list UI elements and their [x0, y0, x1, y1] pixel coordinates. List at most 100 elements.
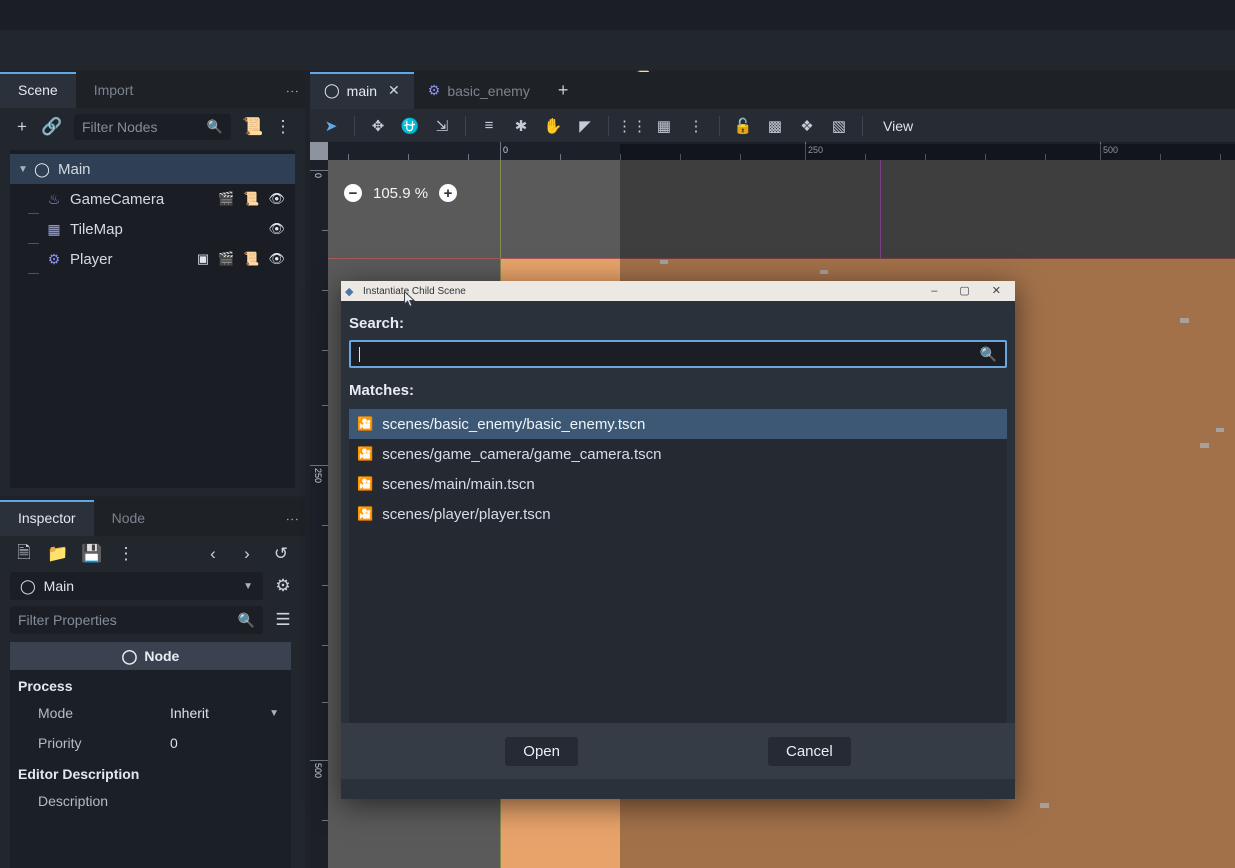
snap-options-menu-button[interactable]: ⋮ [681, 112, 711, 139]
dialog-body: Search: 🔍 Matches: 🎦 scenes/basic_enemy/… [341, 301, 1015, 779]
history-prev-icon[interactable]: ‹ [201, 542, 225, 566]
inspector-dock-menu-button[interactable]: ⋮ [279, 500, 306, 536]
close-icon[interactable]: ✕ [388, 82, 400, 99]
tree-item-gamecamera[interactable]: ♨ GameCamera 🎬 📜 👁 [10, 184, 295, 214]
script-icon[interactable]: 📜 [243, 251, 259, 267]
canvas-x-axis [328, 258, 1235, 259]
chevron-down-icon[interactable]: ▼ [18, 164, 32, 175]
search-icon: 🔍 [979, 345, 997, 362]
save-resource-icon[interactable]: 💾 [80, 542, 104, 566]
group-nodes-icon: ▩ [767, 117, 783, 135]
list-item[interactable]: 🎦 scenes/basic_enemy/basic_enemy.tscn [349, 409, 1007, 439]
toolbar-separator [354, 115, 355, 136]
tab-scene[interactable]: Scene [0, 72, 76, 108]
close-button[interactable]: ✕ [992, 285, 1001, 297]
property-group-editor-description[interactable]: Editor Description [10, 758, 291, 786]
dialog-search-input[interactable]: 🔍 [349, 340, 1007, 368]
chevron-down-icon: ▼ [243, 580, 253, 592]
property-group-process[interactable]: Process [10, 670, 291, 698]
cancel-button[interactable]: Cancel [768, 736, 851, 766]
zoom-in-button[interactable]: + [439, 184, 458, 202]
scene-dock: Scene Import ⋮ + 🔗 Filter Nodes 🔍 📜 ⋮ ▼ … [0, 72, 305, 496]
matches-label: Matches: [349, 382, 415, 399]
scene-tree: ▼ ◯ Main ♨ GameCamera 🎬 📜 👁 ▦ TileMap 👁 … [10, 150, 295, 488]
group-icon[interactable]: ▣ [197, 251, 209, 267]
text-caret [359, 346, 360, 362]
animation-icon[interactable]: 🎬 [218, 251, 234, 267]
filter-properties-input[interactable]: Filter Properties 🔍 [10, 606, 263, 634]
view-menu-button[interactable]: View [871, 118, 925, 134]
script-icon[interactable]: 📜 [243, 191, 259, 207]
open-resource-icon[interactable]: 📁 [46, 542, 70, 566]
scene-tab-basic-enemy[interactable]: ⚙ basic_enemy [414, 72, 544, 109]
zoom-out-button[interactable]: − [344, 184, 362, 202]
tab-node[interactable]: Node [94, 500, 163, 536]
rotate-tool-button[interactable]: ⛎ [395, 112, 425, 139]
scene-tab-main[interactable]: ◯ main ✕ [310, 72, 414, 109]
ruler-measure-tool-button[interactable]: ✱ [506, 112, 536, 139]
list-item[interactable]: 🎦 scenes/player/player.tscn [349, 499, 1007, 529]
ruler-tool-button[interactable]: ◤ [570, 112, 600, 139]
history-next-icon[interactable]: › [235, 542, 259, 566]
scale-tool-button[interactable]: ⇲ [427, 112, 457, 139]
object-tools-icon[interactable]: ⚙ [271, 574, 295, 598]
scene-tab-basic-enemy-label: basic_enemy [447, 82, 530, 99]
property-row-priority[interactable]: Priority 0 [10, 728, 291, 758]
visibility-eye-icon[interactable]: 👁 [268, 251, 285, 267]
smart-snap-tool-button[interactable]: ▧ [824, 112, 854, 139]
list-item[interactable]: 🎦 scenes/game_camera/game_camera.tscn [349, 439, 1007, 469]
kebab-menu-icon[interactable]: ⋮ [114, 542, 138, 566]
scene-tree-options-button[interactable]: ⋮ [271, 115, 295, 139]
pan-tool-button[interactable]: ✋ [538, 112, 568, 139]
group-tool-button[interactable]: ▩ [760, 112, 790, 139]
instance-child-scene-button[interactable]: 🔗 [40, 115, 64, 139]
list-item-label: scenes/player/player.tscn [382, 505, 551, 523]
tab-node-label: Node [111, 510, 146, 526]
tree-item-tilemap[interactable]: ▦ TileMap 👁 [10, 214, 295, 244]
maximize-button[interactable]: ▢ [959, 285, 969, 297]
lock-tool-button[interactable]: 🔓 [728, 112, 758, 139]
property-row-mode[interactable]: Mode Inherit ▼ [10, 698, 291, 728]
tab-inspector[interactable]: Inspector [0, 500, 94, 536]
hand-icon: ✋ [543, 117, 563, 135]
open-button[interactable]: Open [505, 736, 578, 766]
property-section-node[interactable]: ◯ Node [10, 642, 291, 670]
minimize-button[interactable]: – [931, 285, 937, 297]
history-icon[interactable]: ↺ [269, 542, 293, 566]
scene-dock-menu-button[interactable]: ⋮ [279, 72, 306, 108]
filter-nodes-input[interactable]: Filter Nodes 🔍 [74, 114, 231, 140]
player-node-icon: ⚙ [427, 82, 441, 98]
move-tool-button[interactable]: ✥ [363, 112, 393, 139]
add-node-button[interactable]: + [10, 115, 34, 139]
snap-icon: ⋮⋮ [617, 117, 647, 135]
inspector-selected-object-label: Main [43, 578, 75, 594]
add-scene-tab-button[interactable]: + [544, 72, 583, 109]
inspector-dock: Inspector Node ⋮ 🗎 📁 💾 ⋮ ‹ › ↺ ◯ Main ▼ [0, 500, 305, 868]
dialog-title-bar[interactable]: ◆ Instantiate Child Scene – ▢ ✕ [341, 281, 1015, 301]
bone-icon: ❖ [800, 117, 814, 135]
attach-script-button[interactable]: 📜 [241, 115, 265, 139]
new-resource-icon[interactable]: 🗎 [12, 542, 36, 566]
matches-list[interactable]: 🎦 scenes/basic_enemy/basic_enemy.tscn 🎦 … [349, 409, 1007, 736]
property-settings-icon[interactable]: ☰ [271, 608, 295, 632]
property-row-description[interactable]: Description [10, 786, 291, 816]
visibility-eye-icon[interactable]: 👁 [268, 191, 285, 207]
select-tool-button[interactable]: ➤ [316, 112, 346, 139]
zoom-level-label[interactable]: 105.9 % [373, 185, 428, 202]
tab-import[interactable]: Import [76, 72, 152, 108]
tree-item-main[interactable]: ▼ ◯ Main [10, 154, 295, 184]
visibility-eye-icon[interactable]: 👁 [268, 221, 285, 237]
property-row-priority-value[interactable]: 0 [170, 735, 178, 751]
tree-item-player[interactable]: ⚙ Player ▣ 🎬 📜 👁 [10, 244, 295, 274]
dialog-footer: Open Cancel [341, 723, 1015, 779]
skeleton-tool-button[interactable]: ❖ [792, 112, 822, 139]
list-item[interactable]: 🎦 scenes/main/main.tscn [349, 469, 1007, 499]
inspector-selected-object[interactable]: ◯ Main ▼ [10, 572, 263, 600]
search-label: Search: [349, 315, 405, 332]
list-select-tool-button[interactable]: ≡ [474, 112, 504, 139]
list-select-icon: ≡ [484, 117, 494, 134]
property-row-mode-value[interactable]: Inherit [170, 705, 209, 721]
grid-snap-button[interactable]: ▦ [649, 112, 679, 139]
snap-mode-button[interactable]: ⋮⋮ [617, 112, 647, 139]
animation-icon[interactable]: 🎬 [218, 191, 234, 207]
